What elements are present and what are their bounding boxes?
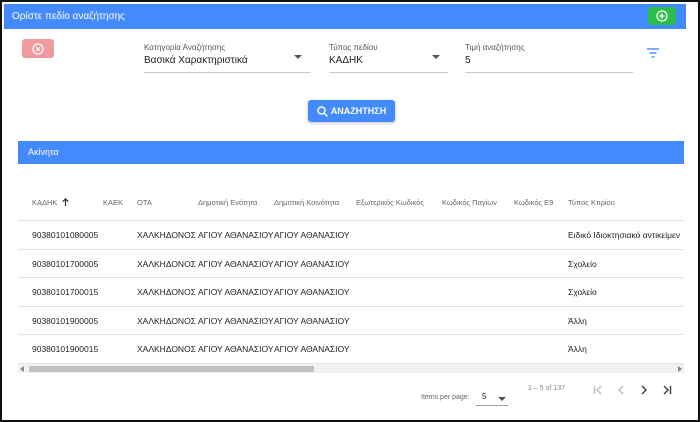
table-row[interactable]: 90380101080005 ΧΑΛΚΗΔΟΝΟΣ ΑΓΙΟΥ ΑΘΑΝΑΣΙΟ… [18, 221, 684, 250]
column-header-ota[interactable]: ΟΤΑ [137, 198, 152, 207]
add-field-button[interactable] [648, 7, 676, 25]
close-circle-icon [32, 42, 44, 55]
field-type-select[interactable]: Τύπος πεδίου ΚΑΔΗΚ [329, 43, 448, 73]
column-header-kaek[interactable]: ΚΑΕΚ [103, 198, 123, 207]
column-header-building-type[interactable]: Τύπος Κτιρίου [568, 198, 615, 207]
properties-table: ΚΑΔΗΚ ΚΑΕΚ ΟΤΑ Δημοτική Ενότητα Δημοτική… [18, 188, 684, 362]
page-size-value: 5 [482, 392, 487, 401]
caret-down-icon [498, 397, 506, 401]
caret-down-icon [432, 55, 440, 59]
table-header: ΚΑΔΗΚ ΚΑΕΚ ΟΤΑ Δημοτική Ενότητα Δημοτική… [18, 188, 684, 221]
search-field-header-title: Ορίστε πεδίο αναζήτησης [12, 11, 125, 22]
plus-circle-icon [656, 10, 668, 22]
table-row[interactable]: 90380101900015 ΧΑΛΚΗΔΟΝΟΣ ΑΓΙΟΥ ΑΘΑΝΑΣΙΟ… [18, 335, 684, 362]
search-value-input[interactable]: Τιμή αναζήτησης 5 [465, 43, 633, 73]
category-select[interactable]: Κατηγορία Αναζήτησης Βασικά Χαρακτηριστι… [144, 43, 311, 73]
search-button[interactable]: ΑΝΑΖΗΤΗΣΗ [308, 100, 395, 122]
items-per-page-label: Items per page: [421, 394, 470, 401]
column-header-municipal-unit[interactable]: Δημοτική Ενότητα [198, 198, 257, 207]
table-row[interactable]: 90380101900005 ΧΑΛΚΗΔΟΝΟΣ ΑΓΙΟΥ ΑΘΑΝΑΣΙΟ… [18, 307, 684, 335]
search-value-label: Τιμή αναζήτησης [465, 43, 525, 52]
field-type-label: Τύπος πεδίου [329, 43, 378, 52]
first-page-icon [593, 385, 602, 395]
remove-field-button[interactable] [22, 39, 54, 58]
search-field-header: Ορίστε πεδίο αναζήτησης [4, 4, 686, 29]
horizontal-scrollbar[interactable] [18, 363, 684, 373]
scroll-right-icon[interactable] [678, 366, 682, 372]
filter-icon[interactable] [647, 48, 659, 58]
category-value: Βασικά Χαρακτηριστικά [144, 55, 248, 66]
scroll-left-icon[interactable] [20, 366, 24, 372]
sort-arrow-up-icon [61, 198, 69, 206]
prev-page-button[interactable] [613, 382, 629, 398]
last-page-icon [663, 385, 672, 395]
column-header-external-code[interactable]: Εξωτερικός Κωδικός [356, 198, 424, 207]
category-label: Κατηγορία Αναζήτησης [144, 43, 226, 52]
page-size-select[interactable]: 5 [476, 390, 508, 406]
next-page-button[interactable] [636, 382, 652, 398]
properties-section-header: Ακίνητα [18, 141, 684, 164]
column-header-municipal-community[interactable]: Δημοτική Κοινότητα [274, 198, 339, 207]
prev-page-icon [617, 385, 624, 395]
search-value-text: 5 [465, 55, 471, 66]
table-row[interactable]: 90380101700015 ΧΑΛΚΗΔΟΝΟΣ ΑΓΙΟΥ ΑΘΑΝΑΣΙΟ… [18, 278, 684, 307]
first-page-button[interactable] [590, 382, 606, 398]
column-header-e9-code[interactable]: Κωδικός Ε9 [514, 198, 553, 207]
column-header-kadik[interactable]: ΚΑΔΗΚ [32, 198, 69, 207]
last-page-button[interactable] [659, 382, 675, 398]
table-row[interactable]: 90380101700005 ΧΑΛΚΗΔΟΝΟΣ ΑΓΙΟΥ ΑΘΑΝΑΣΙΟ… [18, 250, 684, 278]
field-type-value: ΚΑΔΗΚ [329, 55, 363, 66]
column-header-asset-code[interactable]: Κωδικός Παγίων [442, 198, 497, 207]
search-button-label: ΑΝΑΖΗΤΗΣΗ [330, 106, 387, 116]
search-icon [317, 105, 328, 117]
caret-down-icon [294, 55, 302, 59]
scrollbar-thumb[interactable] [29, 366, 314, 372]
next-page-icon [641, 385, 648, 395]
properties-section-title: Ακίνητα [28, 147, 59, 157]
app-frame: Ορίστε πεδίο αναζήτησης Κατηγορία Αναζήτ… [0, 0, 700, 422]
page-range-label: 1 – 5 of 137 [528, 385, 565, 392]
